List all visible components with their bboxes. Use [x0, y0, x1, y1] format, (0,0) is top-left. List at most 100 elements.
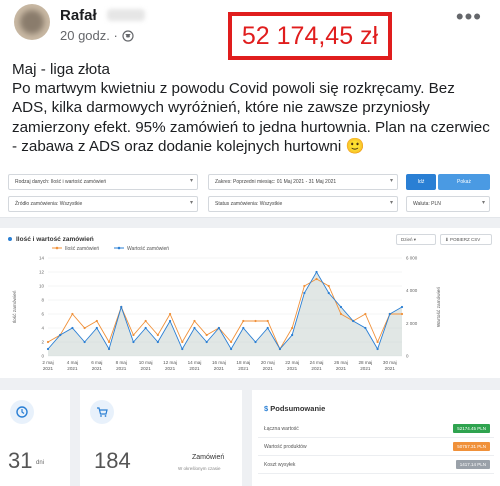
more-options-icon[interactable]: ••• [456, 6, 482, 28]
orders-card: 184 Zamówień W określonym czasie [80, 390, 242, 486]
summary-row-value: 1417.14 PLN [455, 460, 490, 469]
revenue-highlight-text: 52 174,45 zł [241, 21, 379, 50]
author-name[interactable]: Rafał [60, 7, 97, 24]
day-button[interactable]: Idź [406, 174, 436, 190]
data-point [266, 319, 269, 323]
data-point [217, 326, 220, 330]
data-point [278, 347, 282, 351]
data-point [193, 326, 196, 330]
data-point [291, 333, 294, 337]
x-tick-label: 2021 [263, 366, 274, 371]
summary-row-label: Wartość produktów [264, 444, 307, 450]
y-left-tick-label: 12 [39, 270, 45, 275]
summary-row: Wartość produktów 50757.31 PLN [258, 438, 494, 456]
summary-row-label: Łączna wartość [264, 426, 299, 432]
author-surname-blurred [107, 9, 145, 21]
data-point [339, 312, 343, 316]
summary-row: Koszt wysyłek 1417.14 PLN [258, 456, 494, 474]
y-right-axis-label: Wartość zamówień [436, 286, 442, 327]
days-card: 31 dni [0, 390, 70, 486]
data-point [181, 340, 184, 344]
dollar-icon: $ [264, 404, 269, 413]
range-select[interactable]: Zakres: Poprzedni miesiąc: 01 Maj 2021 -… [208, 174, 398, 190]
data-point [144, 326, 147, 330]
x-tick-label: 26 maj [334, 360, 348, 365]
x-tick-label: 2021 [287, 366, 298, 371]
data-point [352, 319, 355, 323]
currency-select[interactable]: Waluta: PLN ▾ [406, 196, 490, 212]
status-select[interactable]: Status zamówienia: Wszystkie ▾ [208, 196, 398, 212]
data-point [230, 347, 233, 351]
x-tick-label: 24 maj [310, 360, 324, 365]
chevron-down-icon: ▾ [389, 178, 393, 184]
data-point [168, 312, 172, 316]
post-line: ADS, kilka darmowych wyróżnień, które ni… [12, 99, 430, 117]
avatar[interactable] [14, 4, 50, 40]
y-right-tick-label: 0 [406, 354, 409, 359]
data-point [205, 340, 208, 344]
data-point [181, 347, 184, 351]
post-line: zamierzony efekt. 95% zamówień to jedna … [12, 118, 490, 136]
post-line: Maj - liga złota [12, 61, 110, 78]
x-tick-label: 2021 [360, 366, 371, 371]
y-left-tick-label: 8 [41, 298, 44, 303]
chevron-down-icon: ▾ [389, 200, 393, 206]
summary-row: Łączna wartość 52174.45 PLN [258, 420, 494, 438]
x-tick-label: 2021 [214, 366, 225, 371]
y-left-tick-label: 0 [41, 354, 44, 359]
data-point [95, 319, 98, 323]
y-left-tick-label: 4 [41, 326, 44, 331]
data-point [83, 326, 86, 330]
data-point [315, 277, 318, 281]
y-left-tick-label: 14 [39, 256, 45, 261]
orders-sublabel: W określonym czasie [178, 466, 221, 471]
summary-title-text: Podsumowanie [270, 404, 326, 413]
x-tick-label: 2021 [116, 366, 127, 371]
data-point [242, 326, 245, 330]
post-line: Po martwym kwietniu z powodu Covid powol… [12, 80, 455, 98]
data-point [303, 284, 306, 288]
x-tick-label: 2021 [141, 366, 152, 371]
data-type-select[interactable]: Rodzaj danych: Ilość i wartość zamówień ▾ [8, 174, 198, 190]
summary-row-label: Koszt wysyłek [264, 462, 296, 468]
data-point [156, 333, 159, 337]
privacy-globe-icon [122, 29, 134, 42]
data-point [254, 319, 257, 323]
data-point [95, 326, 98, 330]
filter-bar: Rodzaj danych: Ilość i wartość zamówień ▾… [0, 168, 500, 218]
chevron-down-icon: ▾ [481, 200, 485, 206]
y-right-tick-label: 2 000 [406, 321, 418, 326]
post-line: - zabawa z ADS oraz dodanie kolejnych hu… [12, 137, 365, 155]
status-value: Status zamówienia: Wszystkie [215, 201, 283, 207]
x-tick-label: 18 maj [236, 360, 250, 365]
days-unit: dni [36, 460, 45, 466]
data-point [400, 312, 404, 316]
x-tick-label: 16 maj [212, 360, 226, 365]
data-point [205, 333, 208, 337]
data-point [71, 312, 74, 316]
y-right-tick-label: 6 000 [406, 256, 418, 261]
legend-label: Ilość zamówień [65, 246, 99, 252]
x-tick-label: 4 maj [67, 360, 78, 365]
x-tick-label: 2021 [189, 366, 200, 371]
data-point [71, 326, 74, 330]
data-point [107, 340, 111, 344]
orders-label: Zamówień [192, 454, 225, 461]
data-point [254, 340, 257, 344]
source-select[interactable]: Źródło zamówienia: Wszystkie ▾ [8, 196, 198, 212]
summary-title: $ Podsumowanie [264, 404, 325, 413]
data-point [107, 347, 111, 351]
x-tick-label: 28 maj [358, 360, 372, 365]
data-point [376, 340, 379, 344]
data-point [388, 312, 391, 316]
source-value: Źródło zamówienia: Wszystkie [15, 201, 83, 207]
data-point [364, 326, 367, 330]
y-left-axis-label: Ilość zamówień [12, 290, 18, 323]
y-left-tick-label: 6 [41, 312, 44, 317]
post-time[interactable]: 20 godz. · [60, 28, 118, 43]
x-tick-label: 14 maj [188, 360, 202, 365]
show-button[interactable]: Pokaż [438, 174, 490, 190]
y-right-tick-label: 4 000 [406, 288, 418, 293]
data-point [120, 305, 123, 309]
legend-marker [55, 246, 59, 250]
